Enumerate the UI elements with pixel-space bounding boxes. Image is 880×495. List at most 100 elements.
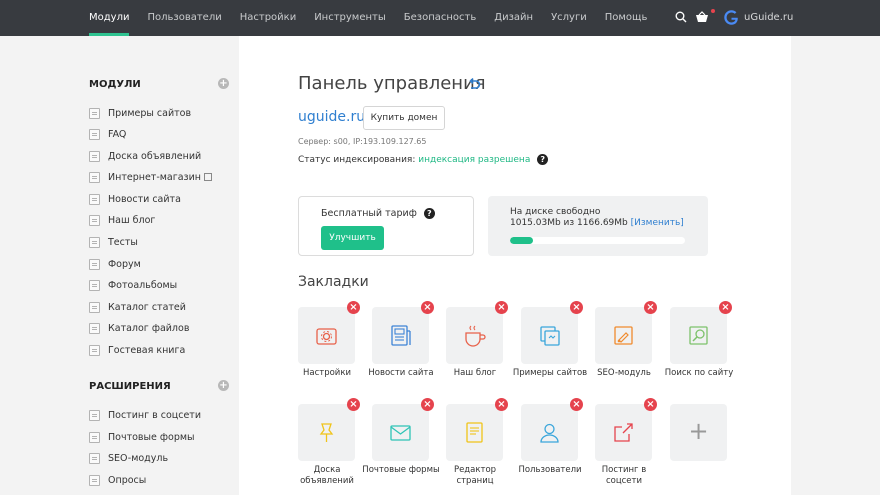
disk-progress-bar [510, 237, 685, 244]
nav-settings[interactable]: Настройки [240, 0, 296, 36]
module-icon [89, 344, 100, 356]
tariff-label: Бесплатный тариф ? [321, 208, 435, 219]
remove-bookmark-icon[interactable]: × [719, 301, 732, 314]
remove-bookmark-icon[interactable]: × [495, 398, 508, 411]
nav-help[interactable]: Помощь [605, 0, 648, 36]
search-icon[interactable] [675, 11, 687, 23]
module-icon [89, 128, 100, 140]
pin-icon [319, 423, 334, 442]
remove-bookmark-icon[interactable]: × [644, 301, 657, 314]
settings-icon [316, 328, 337, 345]
module-icon [89, 431, 100, 443]
remove-bookmark-icon[interactable]: × [421, 398, 434, 411]
bookmark-label: Постинг в соцсети [601, 465, 647, 486]
search-site-icon [689, 326, 708, 345]
google-logo-icon [724, 10, 738, 25]
tariff-card: Бесплатный тариф ? Улучшить [298, 196, 474, 256]
sidebar-item-forum[interactable]: Форум [89, 256, 141, 272]
upgrade-button[interactable]: Улучшить [321, 226, 384, 250]
sidebar-item-seo[interactable]: SEO-модуль [89, 450, 168, 466]
nav-design[interactable]: Дизайн [494, 0, 533, 36]
help-icon[interactable]: ? [423, 208, 435, 219]
module-icon [89, 150, 100, 162]
remove-bookmark-icon[interactable]: × [570, 398, 583, 411]
cart-icon[interactable] [695, 11, 709, 24]
remove-bookmark-icon[interactable]: × [347, 301, 360, 314]
buy-domain-button[interactable]: Купить домен [363, 106, 445, 130]
bookmark-label: SEO-модуль [597, 368, 651, 378]
modules-heading: МОДУЛИ [89, 79, 141, 90]
bookmark-label: Редактор страниц [453, 465, 497, 486]
sidebar-item-label: Форум [108, 258, 141, 270]
sidebar-item-social-posting[interactable]: Постинг в соцсети [89, 407, 201, 423]
sidebar-item-guestbook[interactable]: Гостевая книга [89, 342, 185, 358]
bookmark-label: Наш блог [453, 368, 497, 378]
sidebar-item-news[interactable]: Новости сайта [89, 191, 181, 207]
bookmarks-title: Закладки [298, 274, 369, 290]
sidebar-item-files[interactable]: Каталог файлов [89, 320, 189, 336]
remove-bookmark-icon[interactable]: × [421, 301, 434, 314]
notification-dot [711, 9, 715, 13]
nav-tools[interactable]: Инструменты [314, 0, 386, 36]
bookmark-label: Новости сайта [368, 368, 434, 378]
bookmark-tile[interactable] [298, 307, 355, 364]
server-info: Сервер: s00, IP:193.109.127.65 [298, 137, 427, 146]
remove-bookmark-icon[interactable]: × [347, 398, 360, 411]
sidebar-item-blog[interactable]: Наш блог [89, 212, 155, 228]
bookmark-tile[interactable] [521, 307, 578, 364]
sidebar-item-label: Новости сайта [108, 193, 181, 205]
share-icon [614, 423, 633, 442]
bookmark-tile[interactable] [298, 404, 355, 461]
help-icon[interactable]: ? [537, 154, 549, 165]
nav-security[interactable]: Безопасность [404, 0, 477, 36]
module-icon [89, 409, 100, 421]
sidebar-item-articles[interactable]: Каталог статей [89, 299, 186, 315]
sidebar-item-shop[interactable]: Интернет-магазин [89, 169, 212, 185]
bookmark-tile[interactable] [595, 404, 652, 461]
add-module-icon[interactable]: + [218, 78, 229, 89]
status-value-link[interactable]: индексация разрешена [418, 155, 530, 165]
bookmark-label: Пользователи [518, 465, 582, 475]
disk-change-link[interactable]: [Изменить] [631, 218, 684, 228]
bookmark-tile[interactable] [372, 307, 429, 364]
sidebar-item-examples[interactable]: Примеры сайтов [89, 105, 191, 121]
module-icon [89, 107, 100, 119]
bookmark-label: Почтовые формы [362, 465, 440, 475]
user-icon [540, 423, 559, 443]
sidebar-item-faq[interactable]: FAQ [89, 126, 126, 142]
sidebar-item-board[interactable]: Доска объявлений [89, 148, 201, 164]
nav-users[interactable]: Пользователи [147, 0, 221, 36]
sidebar-item-photos[interactable]: Фотоальбомы [89, 277, 177, 293]
disk-usage: 1015.03Mb из 1166.69Mb [510, 218, 628, 228]
disk-label: На диске свободно [510, 207, 601, 217]
sidebar-item-label: Почтовые формы [108, 431, 195, 443]
sidebar-item-label: Гостевая книга [108, 344, 186, 356]
disk-progress-fill [510, 237, 533, 244]
module-icon [89, 171, 100, 183]
sidebar-item-polls[interactable]: Опросы [89, 472, 146, 488]
remove-bookmark-icon[interactable]: × [495, 301, 508, 314]
domain-link[interactable]: uguide.ru [298, 109, 365, 125]
bookmark-tile[interactable] [670, 307, 727, 364]
nav-services[interactable]: Услуги [551, 0, 587, 36]
bookmark-tile[interactable] [521, 404, 578, 461]
bookmark-tile[interactable] [372, 404, 429, 461]
add-extension-icon[interactable]: + [218, 380, 229, 391]
sidebar-item-tests[interactable]: Тесты [89, 234, 138, 250]
add-bookmark-button[interactable]: + [670, 404, 727, 461]
site-name-link[interactable]: uGuide.ru [744, 0, 793, 36]
external-link-icon[interactable] [203, 173, 212, 181]
sidebar-item-mail-forms[interactable]: Почтовые формы [89, 429, 195, 445]
remove-bookmark-icon[interactable]: × [570, 301, 583, 314]
remove-bookmark-icon[interactable]: × [644, 398, 657, 411]
sidebar-item-label: SEO-модуль [108, 452, 169, 464]
nav-modules[interactable]: Модули [89, 0, 130, 36]
bookmark-tile[interactable] [446, 404, 503, 461]
undo-icon[interactable] [468, 78, 481, 90]
cup-icon [465, 325, 486, 347]
bookmark-tile[interactable] [446, 307, 503, 364]
bookmark-tile[interactable] [595, 307, 652, 364]
bookmark-label: Настройки [302, 368, 351, 378]
disk-card: На диске свободно 1015.03Mb из 1166.69Mb… [488, 196, 708, 256]
editor-icon [466, 422, 483, 443]
